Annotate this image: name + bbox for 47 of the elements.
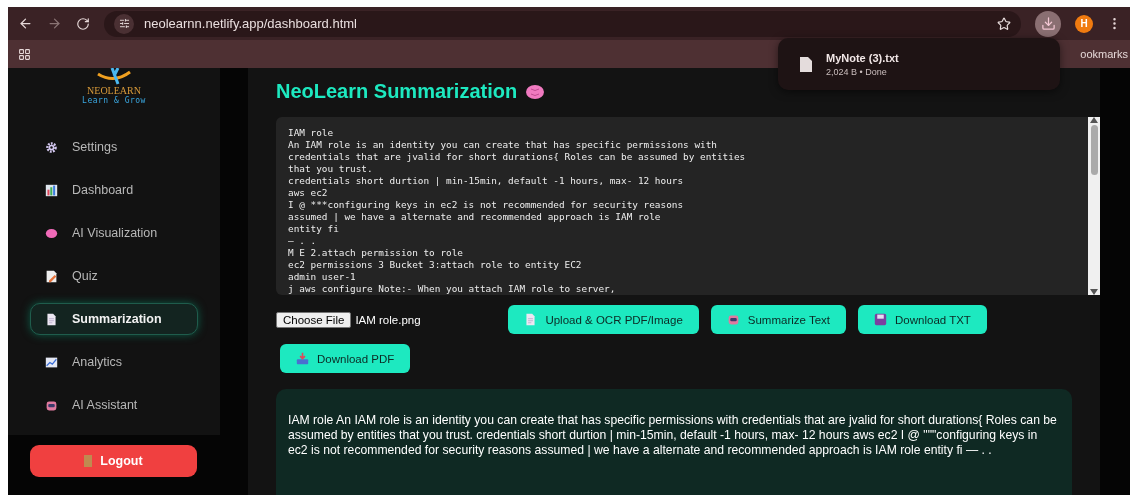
file-name: IAM role.png <box>355 313 422 326</box>
summary-text: IAM role An IAM role is an identity you can create that has specific permissions with credentials that are jvalid for short durations{ Roles can be assumed by entities that you trust. credentials short durtion | min-15min, default -1 hours, max- 12 hours aws ec2 I @ """configuring keys in ec2 is not recommended for security reasons assumed | we have a alternate and recommended approach is IAM role entity fi — . . <box>276 389 1072 495</box>
nav-item[interactable]: Summarization <box>30 303 198 335</box>
nav-item[interactable]: Dashboard <box>30 174 198 206</box>
download-file-name[interactable]: MyNote (3).txt <box>826 51 899 64</box>
robot-icon <box>726 313 740 326</box>
choose-file-button[interactable]: Choose File <box>276 311 352 328</box>
action-button[interactable]: Upload & OCR PDF/Image <box>508 305 699 334</box>
download-pdf-button[interactable]: Download PDF <box>280 344 411 373</box>
download-status: 2,024 B • Done <box>826 66 888 77</box>
back-icon[interactable] <box>18 16 33 31</box>
nav-item[interactable]: AI Visualization <box>30 217 198 249</box>
scroll-up-icon[interactable] <box>1090 117 1098 123</box>
document-icon <box>524 313 538 326</box>
brand-name: NEOLEARN <box>87 85 141 96</box>
scroll-down-icon[interactable] <box>1090 289 1098 295</box>
line-chart-icon <box>45 355 58 369</box>
brain-icon <box>45 226 58 240</box>
scrollbar[interactable] <box>1088 117 1100 295</box>
forward-icon[interactable] <box>47 16 62 31</box>
bookmark-star-icon[interactable] <box>997 16 1011 31</box>
gear-icon <box>45 140 58 154</box>
nav-item[interactable]: AI Assistant <box>30 389 198 421</box>
nav-item[interactable]: Quiz <box>30 260 198 292</box>
url-text: neolearnn.netlify.app/dashboard.html <box>144 16 358 31</box>
reload-icon[interactable] <box>76 16 90 31</box>
apps-grid-icon[interactable] <box>18 47 31 61</box>
inbox-tray-icon <box>296 352 309 365</box>
brand-tagline: Learn & Grow <box>82 96 146 105</box>
memo-icon <box>45 269 58 283</box>
nav-item[interactable]: Analytics <box>30 346 198 378</box>
nav-item[interactable]: Settings <box>30 131 198 163</box>
page-title: NeoLearn Summarization <box>276 80 1100 103</box>
scroll-thumb[interactable] <box>1090 125 1098 175</box>
file-icon <box>800 56 812 72</box>
document-icon <box>45 312 58 326</box>
action-button[interactable]: Summarize Text <box>710 305 847 334</box>
door-icon <box>84 455 93 467</box>
action-button[interactable]: Download TXT <box>858 305 987 334</box>
bar-chart-icon <box>45 183 58 197</box>
robot-icon <box>45 398 58 412</box>
logout-button[interactable]: Logout <box>30 445 197 477</box>
address-bar[interactable]: neolearnn.netlify.app/dashboard.html <box>104 10 1021 37</box>
brain-icon <box>525 83 546 100</box>
site-settings-icon[interactable] <box>114 13 134 34</box>
bookmarks-label[interactable]: ookmarks <box>1080 48 1128 60</box>
download-icon[interactable] <box>1035 10 1061 37</box>
